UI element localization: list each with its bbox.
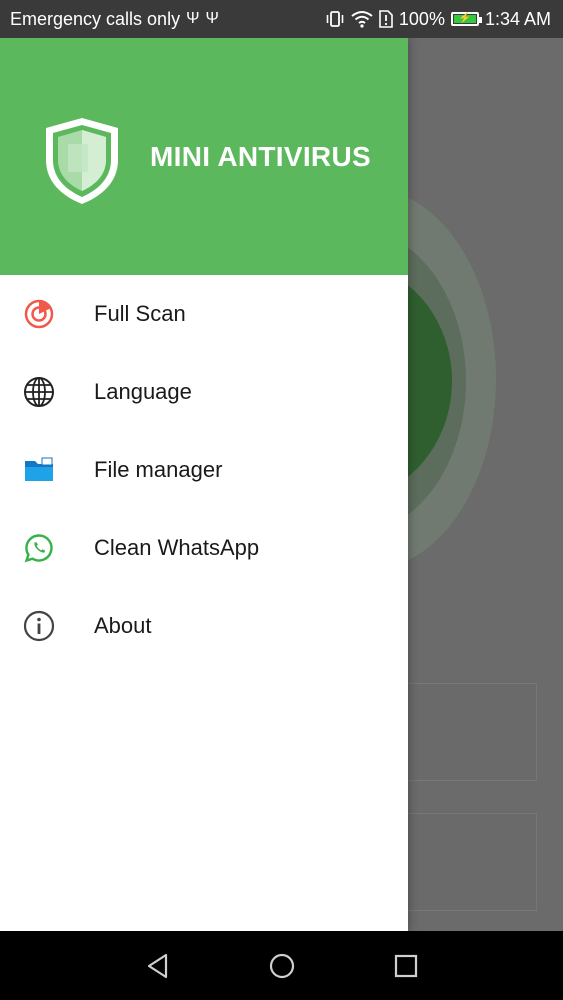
menu-item-label: Clean WhatsApp <box>94 535 260 560</box>
whatsapp-icon <box>22 531 56 565</box>
menu-item-label: About <box>94 613 152 638</box>
screen: Emergency calls only Ψ Ψ 100% ⚡ 1:34 AM … <box>0 0 563 1000</box>
drawer-header: MINI ANTIVIRUS <box>0 38 408 275</box>
wifi-icon <box>351 11 373 28</box>
menu-item-clean-whatsapp[interactable]: Clean WhatsApp <box>0 509 408 587</box>
menu-item-file-manager[interactable]: File manager <box>0 431 408 509</box>
recents-icon[interactable] <box>388 948 424 984</box>
navigation-bar <box>0 931 563 1000</box>
usb-icon: Ψ <box>205 10 219 27</box>
globe-icon <box>22 375 56 409</box>
drawer-menu: Full Scan Language File manager Clean Wh… <box>0 275 408 665</box>
radar-scan-icon <box>22 297 56 331</box>
menu-item-label: Full Scan <box>94 301 186 326</box>
menu-item-label: File manager <box>94 457 223 482</box>
home-icon[interactable] <box>264 948 300 984</box>
sim-alert-icon <box>379 10 393 28</box>
usb-icon: Ψ <box>186 10 200 27</box>
folder-icon <box>22 453 56 487</box>
vibrate-icon <box>326 11 344 27</box>
navigation-drawer: MINI ANTIVIRUS Full Scan Language File m… <box>0 38 408 931</box>
menu-item-language[interactable]: Language <box>0 353 408 431</box>
status-time: 1:34 AM <box>484 8 551 29</box>
bg-card <box>395 813 537 911</box>
app-title: MINI ANTIVIRUS <box>150 140 371 172</box>
status-text: Emergency calls only <box>10 8 181 29</box>
status-left: Emergency calls only Ψ Ψ <box>10 9 219 30</box>
status-right: 100% ⚡ 1:34 AM <box>325 9 551 30</box>
bg-card <box>395 683 537 781</box>
shield-icon <box>46 117 118 204</box>
menu-item-about[interactable]: About <box>0 587 408 665</box>
status-bar: Emergency calls only Ψ Ψ 100% ⚡ 1:34 AM <box>0 0 563 38</box>
back-icon[interactable] <box>140 948 176 984</box>
battery-charging-icon: ⚡ <box>450 12 482 26</box>
menu-item-label: Language <box>94 379 192 404</box>
info-icon <box>22 609 56 643</box>
menu-item-full-scan[interactable]: Full Scan <box>0 275 408 353</box>
battery-percent: 100% <box>398 8 445 29</box>
